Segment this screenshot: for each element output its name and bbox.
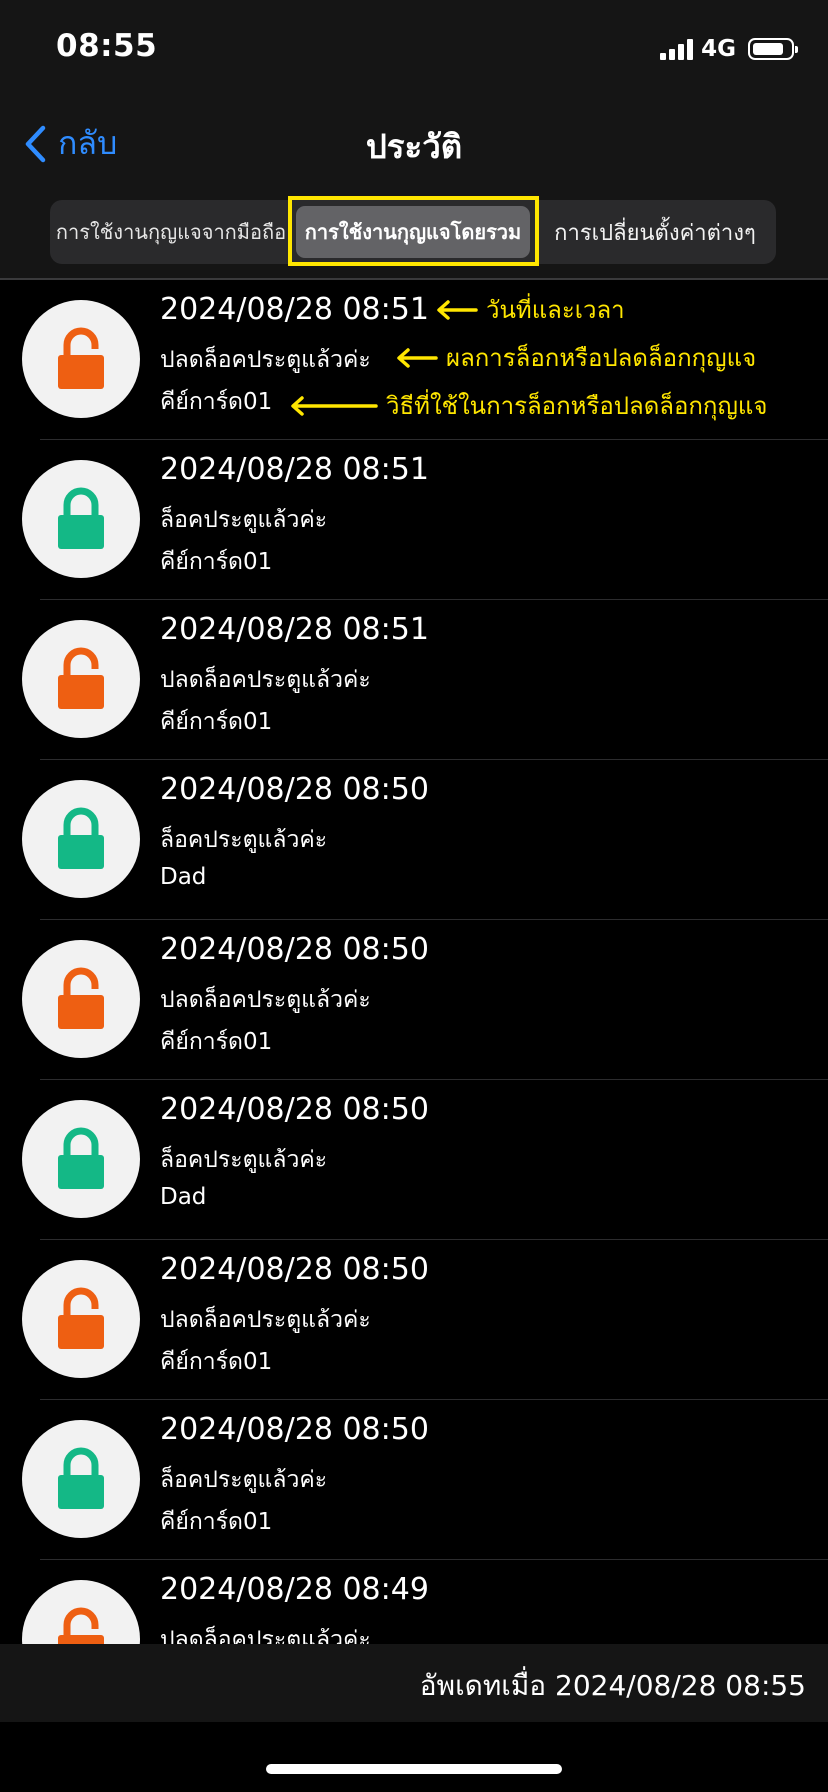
status-bar: 08:55 4G	[0, 0, 828, 100]
history-datetime: 2024/08/28 08:50	[160, 772, 429, 807]
history-status: ปลดล็อคประตูแล้วค่ะ	[160, 667, 371, 693]
history-datetime: 2024/08/28 08:51	[160, 612, 429, 647]
history-row[interactable]: 2024/08/28 08:50 ล็อคประตูแล้วค่ะ Dad	[0, 760, 828, 920]
history-method: คีย์การ์ด01	[160, 1029, 273, 1055]
page-title: ประวัติ	[365, 127, 463, 166]
segmented-control: การใช้งานกุญแจจากมือถือ การใช้งานกุญแจโด…	[50, 200, 776, 264]
status-indicators: 4G	[660, 36, 798, 62]
footer-bar: อัพเดทเมื่อ 2024/08/28 08:55	[0, 1644, 828, 1722]
history-status: ล็อคประตูแล้วค่ะ	[160, 827, 328, 853]
history-list[interactable]: 2024/08/28 08:51 ปลดล็อคประตูแล้วค่ะ คีย์ก…	[0, 280, 828, 1644]
lock-closed-icon	[22, 780, 140, 898]
history-row[interactable]: 2024/08/28 08:51 ปลดล็อคประตูแล้วค่ะคีย์ก…	[0, 600, 828, 760]
history-status: ปลดล็อคประตูแล้วค่ะ	[160, 1627, 371, 1644]
nav-bar: กลับ ประวัติ	[0, 100, 828, 186]
history-status: ปลดล็อคประตูแล้วค่ะ	[160, 1307, 371, 1333]
history-row[interactable]: 2024/08/28 08:50 ล็อคประตูแล้วค่ะคีย์การ์…	[0, 1400, 828, 1560]
history-datetime: 2024/08/28 08:50	[160, 932, 429, 967]
tab-overall-key-usage[interactable]: การใช้งานกุญแจโดยรวม	[296, 206, 530, 258]
history-row[interactable]: 2024/08/28 08:49 ปลดล็อคประตูแล้วค่ะ	[0, 1560, 828, 1644]
tab-mobile-key-usage[interactable]: การใช้งานกุญแจจากมือถือ	[52, 200, 290, 264]
lock-closed-icon	[22, 1100, 140, 1218]
history-method: คีย์การ์ด01	[160, 1509, 273, 1535]
history-datetime: 2024/08/28 08:50	[160, 1412, 429, 1447]
home-indicator[interactable]	[266, 1764, 562, 1774]
history-method: Dad	[160, 864, 207, 890]
last-updated-text: อัพเดทเมื่อ 2024/08/28 08:55	[419, 1669, 806, 1702]
network-label: 4G	[701, 36, 736, 62]
tab-settings-changes[interactable]: การเปลี่ยนตั้งค่าต่างๆ	[536, 200, 774, 264]
signal-icon	[660, 38, 694, 60]
status-time: 08:55	[56, 28, 158, 64]
history-method: คีย์การ์ด01	[160, 1349, 273, 1375]
tabs-area: การใช้งานกุญแจจากมือถือ การใช้งานกุญแจโด…	[0, 186, 828, 280]
history-row[interactable]: 2024/08/28 08:50 ปลดล็อคประตูแล้วค่ะคีย์ก…	[0, 1240, 828, 1400]
lock-closed-icon	[22, 1420, 140, 1538]
history-datetime: 2024/08/28 08:49	[160, 1572, 429, 1607]
history-status: ล็อคประตูแล้วค่ะ	[160, 1467, 328, 1493]
history-row[interactable]: 2024/08/28 08:50 ปลดล็อคประตูแล้วค่ะคีย์ก…	[0, 920, 828, 1080]
history-method: Dad	[160, 1184, 207, 1210]
history-method: คีย์การ์ด01	[160, 549, 273, 575]
lock-open-icon	[22, 300, 140, 418]
lock-open-icon	[22, 940, 140, 1058]
history-datetime: 2024/08/28 08:51	[160, 292, 429, 327]
history-row[interactable]: 2024/08/28 08:51 ล็อคประตูแล้วค่ะคีย์การ์…	[0, 440, 828, 600]
history-row[interactable]: 2024/08/28 08:50 ล็อคประตูแล้วค่ะ Dad	[0, 1080, 828, 1240]
lock-open-icon	[22, 1260, 140, 1378]
history-row[interactable]: 2024/08/28 08:51 ปลดล็อคประตูแล้วค่ะคีย์ก…	[0, 280, 828, 440]
history-datetime: 2024/08/28 08:51	[160, 452, 429, 487]
lock-open-icon	[22, 620, 140, 738]
history-method: คีย์การ์ด01	[160, 389, 273, 415]
history-status: ปลดล็อคประตูแล้วค่ะ	[160, 987, 371, 1013]
history-status: ล็อคประตูแล้วค่ะ	[160, 1147, 328, 1173]
history-status: ล็อคประตูแล้วค่ะ	[160, 507, 328, 533]
history-status: ปลดล็อคประตูแล้วค่ะ	[160, 347, 371, 373]
history-datetime: 2024/08/28 08:50	[160, 1092, 429, 1127]
history-method: คีย์การ์ด01	[160, 709, 273, 735]
history-datetime: 2024/08/28 08:50	[160, 1252, 429, 1287]
lock-closed-icon	[22, 460, 140, 578]
battery-icon	[748, 38, 798, 60]
lock-open-icon	[22, 1580, 140, 1644]
